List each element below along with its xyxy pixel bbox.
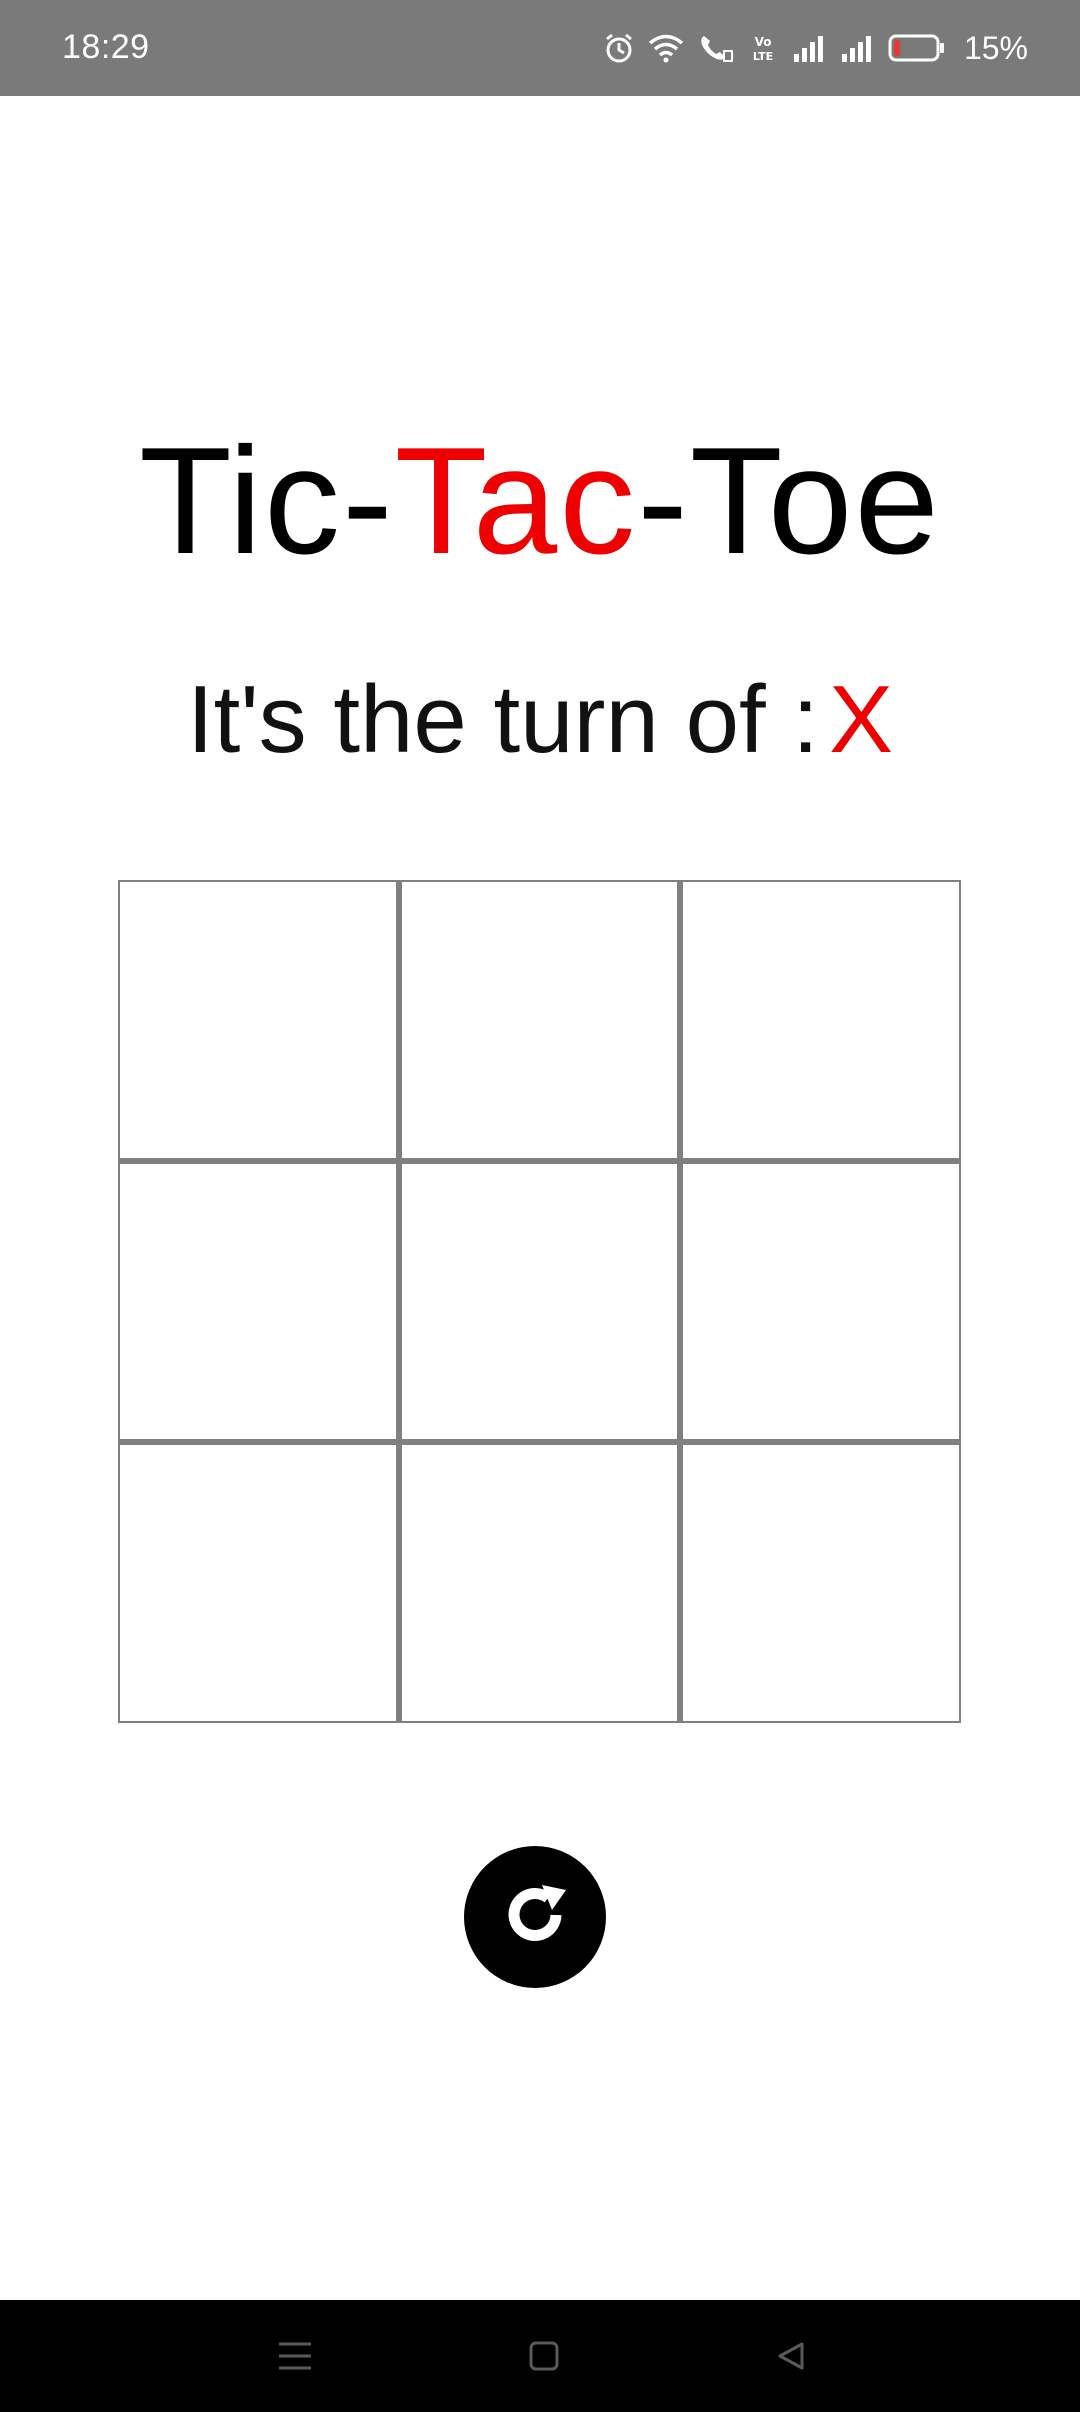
title-part-1: Tic-: [139, 416, 395, 586]
board-cell-2[interactable]: [401, 882, 678, 1158]
turn-indicator: It's the turn of :X: [0, 670, 1080, 770]
home-icon[interactable]: [516, 2328, 572, 2384]
board-cell-8[interactable]: [401, 1445, 678, 1721]
board-cell-5[interactable]: [401, 1163, 678, 1440]
signal-2-icon: [840, 34, 874, 62]
menu-icon[interactable]: [267, 2328, 323, 2384]
back-icon[interactable]: [763, 2328, 819, 2384]
alarm-icon: [604, 32, 634, 64]
wifi-icon: [648, 33, 684, 63]
volte-icon: Vo LTE: [748, 33, 778, 63]
navigation-bar: [0, 2300, 1080, 2412]
board-cell-1[interactable]: [120, 882, 396, 1158]
board-cell-6[interactable]: [683, 1163, 959, 1440]
svg-text:LTE: LTE: [753, 50, 773, 63]
game-title: Tic-Tac-Toe: [0, 425, 1080, 577]
battery-percent: 15%: [963, 29, 1028, 66]
battery-fill: [893, 40, 900, 56]
status-icons: Vo LTE 15%: [604, 24, 1028, 72]
current-player: X: [828, 666, 893, 773]
battery-icon: [888, 33, 946, 63]
game-board: [118, 880, 961, 1723]
status-bar: 18:29 Vo LTE 15%: [0, 0, 1080, 96]
svg-text:Vo: Vo: [755, 35, 772, 49]
status-time: 18:29: [62, 28, 150, 66]
refresh-icon: [490, 1870, 580, 1965]
board-cell-3[interactable]: [683, 882, 959, 1158]
title-part-2: -Toe: [637, 416, 941, 586]
title-accent: Tac: [394, 416, 638, 586]
board-cell-4[interactable]: [120, 1163, 396, 1440]
reset-button[interactable]: [464, 1846, 606, 1988]
board-cell-9[interactable]: [683, 1445, 959, 1721]
wifi-calling-icon: [698, 33, 734, 63]
turn-label: It's the turn of :: [187, 666, 819, 773]
signal-1-icon: [792, 34, 826, 62]
board-cell-7[interactable]: [120, 1445, 396, 1721]
